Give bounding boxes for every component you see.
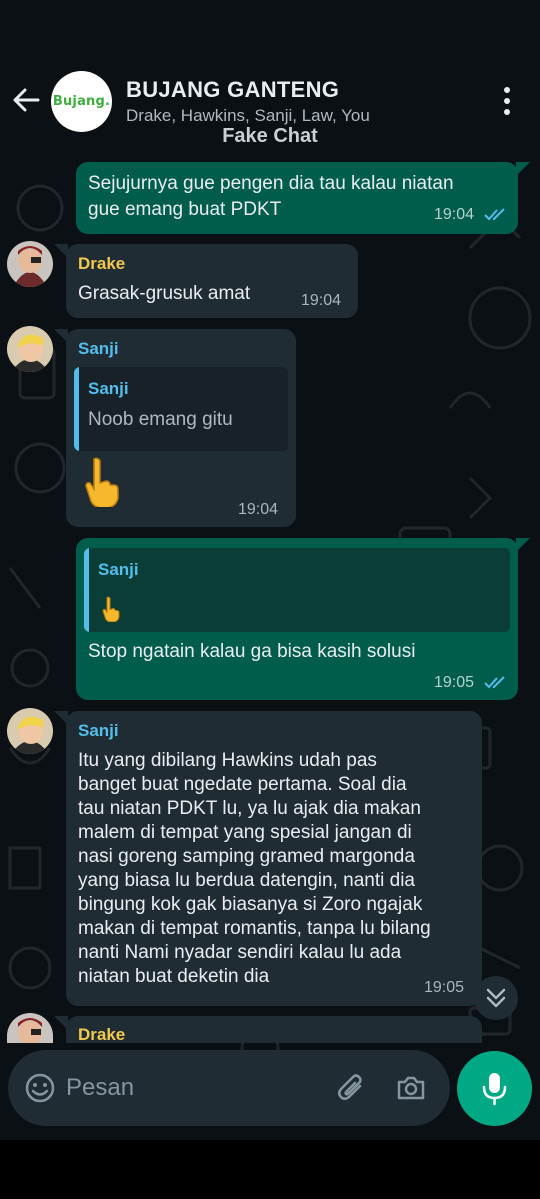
group-members[interactable]: Drake, Hawkins, Sanji, Law, You <box>126 106 370 126</box>
message-bubble-incoming[interactable]: Drake <box>66 1016 482 1044</box>
message-time: 19:04 <box>434 206 475 223</box>
group-name[interactable]: BUJANG GANTENG <box>126 77 339 103</box>
read-receipt-icon <box>484 676 505 689</box>
sanji-avatar[interactable] <box>7 326 53 372</box>
sender-name: Drake <box>78 1025 126 1044</box>
message-text-line: makan di tempat romantis, tanpa lu bilan… <box>78 918 431 939</box>
more-options-icon[interactable] <box>496 86 518 116</box>
message-text-line: Itu yang dibilang Hawkins udah pas <box>78 750 377 771</box>
quoted-message[interactable]: Sanji Noob emang gitu <box>74 367 288 451</box>
sender-name: Sanji <box>78 721 119 740</box>
pointing-down-hand-icon <box>102 596 120 622</box>
drake-avatar[interactable] <box>7 241 53 287</box>
back-arrow-icon[interactable] <box>10 84 42 116</box>
emoji-icon[interactable] <box>24 1072 56 1104</box>
group-avatar[interactable]: Bujang. <box>51 71 112 132</box>
sanji-avatar[interactable] <box>7 708 53 754</box>
camera-icon[interactable] <box>395 1072 427 1104</box>
message-text-line: yang biasa lu berdua datengin, nanti dia <box>78 870 415 891</box>
message-text-line: tau niatan PDKT lu, ya lu ajak dia makan <box>78 798 421 819</box>
message-text-line: malem di tempat yang spesial jangan di <box>78 822 412 843</box>
message-text: Grasak-grusuk amat <box>78 283 251 304</box>
pointing-down-hand-icon <box>85 457 119 507</box>
quote-sender: Sanji <box>88 379 129 398</box>
message-bubble-incoming[interactable]: Sanji Sanji Noob emang gitu 19:04 <box>66 329 296 527</box>
message-text-line: bingung kok gak biasanya si Zoro ngajak <box>78 894 423 915</box>
quoted-message[interactable]: Sanji <box>84 548 510 632</box>
quote-accent-bar <box>74 367 79 451</box>
message-bubble-incoming[interactable]: Drake Grasak-grusuk amat 19:04 <box>66 244 358 318</box>
message-text-line: Sejujurnya gue pengen dia tau kalau niat… <box>88 173 454 194</box>
bubble-tail <box>516 538 530 552</box>
microphone-icon <box>482 1073 507 1106</box>
message-text-line: nasi goreng samping gramed margonda <box>78 846 415 867</box>
group-avatar-logo: Bujang. <box>52 94 111 109</box>
message-time: 19:05 <box>424 979 465 996</box>
message-text-line: nanti Nami nyadar sendiri kalau lu ada <box>78 942 402 963</box>
message-text-line: banget buat ngedate pertama. Soal dia <box>78 774 407 795</box>
chat-screen: Bujang. BUJANG GANTENG Drake, Hawkins, S… <box>0 0 540 1199</box>
message-composer <box>8 1050 450 1126</box>
quote-accent-bar <box>84 548 89 632</box>
bubble-tail <box>516 162 530 176</box>
voice-message-button[interactable] <box>457 1051 532 1126</box>
quote-text: Noob emang gitu <box>88 409 233 430</box>
message-bubble-incoming[interactable]: Sanji Itu yang dibilang Hawkins udah pas… <box>66 711 482 1006</box>
message-text-line: niatan buat deketin dia <box>78 966 270 987</box>
sender-name: Sanji <box>78 339 119 358</box>
double-chevron-down-icon <box>486 988 506 1008</box>
message-text-line: gue emang buat PDKT <box>88 199 282 220</box>
message-bubble-outgoing[interactable]: Sanji Stop ngatain kalau ga bisa kasih s… <box>76 538 518 700</box>
message-bubble-outgoing[interactable]: Sejujurnya gue pengen dia tau kalau niat… <box>76 162 518 234</box>
watermark-text: Fake Chat <box>222 125 318 147</box>
chat-header: Bujang. BUJANG GANTENG Drake, Hawkins, S… <box>0 0 540 150</box>
sender-name: Drake <box>78 254 126 273</box>
attach-icon[interactable] <box>336 1072 368 1104</box>
message-time: 19:04 <box>238 501 279 518</box>
system-navigation-bar <box>0 1140 540 1199</box>
message-input[interactable] <box>66 1068 316 1108</box>
message-time: 19:05 <box>434 674 475 691</box>
quote-sender: Sanji <box>98 560 139 579</box>
message-time: 19:04 <box>301 292 342 309</box>
scroll-to-bottom-button[interactable] <box>474 976 518 1020</box>
read-receipt-icon <box>484 208 505 221</box>
message-text: Stop ngatain kalau ga bisa kasih solusi <box>88 641 416 662</box>
